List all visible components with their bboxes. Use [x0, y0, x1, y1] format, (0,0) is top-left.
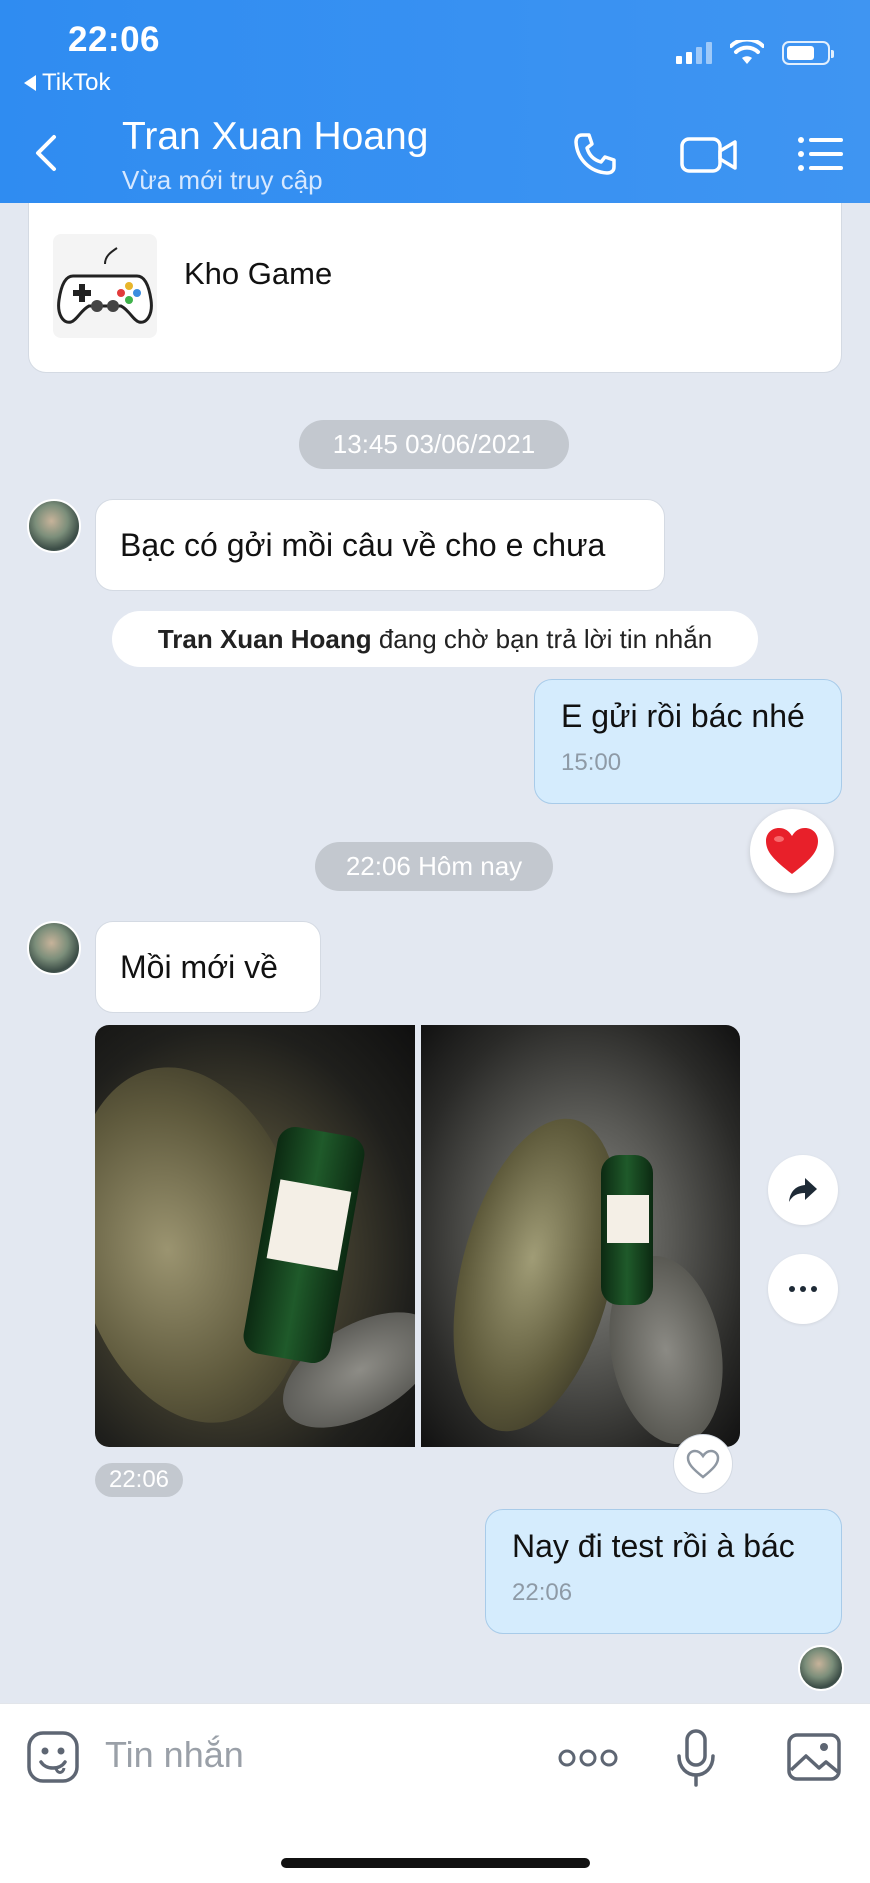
incoming-message[interactable]: Bạc có gởi mồi câu về cho e chưa	[95, 499, 665, 591]
phone-icon[interactable]	[572, 131, 618, 177]
status-time: 22:06	[68, 20, 161, 59]
message-text: E gửi rồi bác nhé	[561, 698, 805, 734]
heart-reaction[interactable]	[750, 809, 834, 893]
card-label: Kho Game	[184, 256, 333, 291]
avatar[interactable]	[27, 921, 81, 975]
wifi-icon	[730, 40, 764, 64]
photo-time: 22:06	[95, 1463, 183, 1497]
microphone-icon[interactable]	[676, 1728, 716, 1788]
back-app-label: TikTok	[42, 69, 111, 96]
message-composer: Tin nhắn	[0, 1703, 870, 1883]
contact-status: Vừa mới truy cập	[122, 165, 323, 195]
time-divider: 22:06 Hôm nay	[315, 842, 553, 891]
menu-list-icon[interactable]	[797, 136, 843, 172]
message-input[interactable]: Tin nhắn	[105, 1734, 244, 1776]
incoming-message[interactable]: Mồi mới về	[95, 921, 321, 1013]
image-gallery-icon[interactable]	[786, 1732, 842, 1782]
message-time: 15:00	[561, 749, 622, 776]
battery-icon	[782, 41, 834, 65]
video-call-icon[interactable]	[680, 136, 738, 174]
more-options-button[interactable]	[768, 1254, 838, 1324]
contact-name[interactable]: Tran Xuan Hoang	[122, 115, 428, 159]
time-divider: 13:45 03/06/2021	[299, 420, 569, 469]
outgoing-message[interactable]: E gửi rồi bác nhé 15:00	[534, 679, 842, 804]
outgoing-message[interactable]: Nay đi test rồi à bác 22:06	[485, 1509, 842, 1634]
photo-fish-2[interactable]	[421, 1025, 740, 1447]
sticker-icon[interactable]	[26, 1730, 80, 1784]
message-time: 22:06	[512, 1579, 573, 1606]
status-indicators	[676, 40, 834, 66]
chat-header: 22:06 TikTok Tran Xuan Hoang Vừa mới tru…	[0, 0, 870, 203]
notice-name: Tran Xuan Hoang	[157, 624, 372, 654]
bottle-label	[607, 1195, 649, 1243]
message-text: Nay đi test rồi à bác	[512, 1528, 795, 1564]
more-dots-icon	[789, 1286, 817, 1292]
kho-game-card[interactable]: Kho Game	[28, 183, 842, 373]
more-actions-icon[interactable]	[558, 1747, 618, 1769]
notice-text: đang chờ bạn trả lời tin nhắn	[371, 624, 713, 654]
share-arrow-icon	[789, 1178, 817, 1202]
chat-area[interactable]: Kho Game 13:45 03/06/2021 Bạc có gởi mồi…	[0, 183, 870, 1703]
signal-icon	[676, 42, 712, 64]
back-arrow-icon[interactable]	[34, 133, 58, 173]
like-button[interactable]	[673, 1434, 733, 1494]
heart-outline-icon	[686, 1449, 720, 1479]
waiting-notice: Tran Xuan Hoang đang chờ bạn trả lời tin…	[112, 611, 758, 667]
photo-fish-1[interactable]	[95, 1025, 415, 1447]
back-triangle-icon	[24, 75, 36, 91]
avatar[interactable]	[27, 499, 81, 553]
photo-album[interactable]	[95, 1025, 740, 1447]
back-to-app[interactable]: TikTok	[24, 69, 110, 97]
share-button[interactable]	[768, 1155, 838, 1225]
heart-icon	[766, 828, 818, 874]
seen-avatar	[798, 1645, 844, 1691]
gamepad-icon	[53, 234, 157, 338]
bottle-label	[266, 1179, 352, 1271]
home-indicator	[281, 1858, 590, 1868]
